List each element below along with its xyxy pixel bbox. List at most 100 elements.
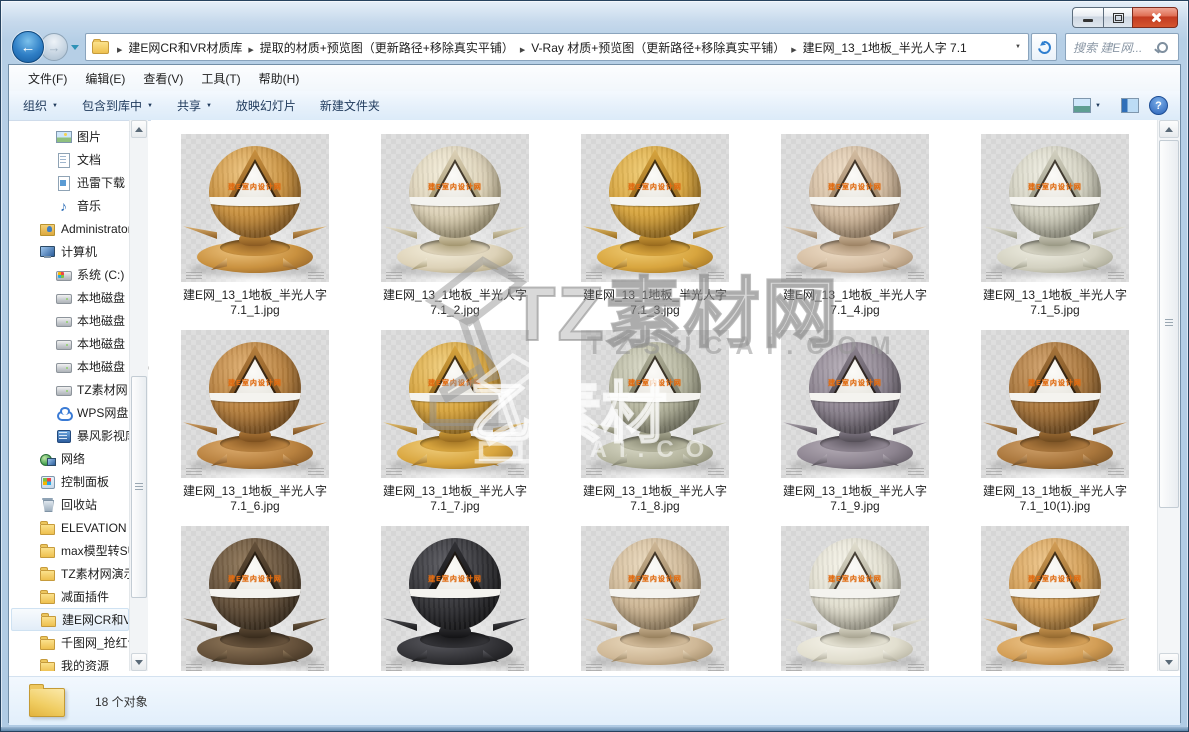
file-item[interactable]: 建E室内设计网建E网_13_1地板_半光人字7.1_2.jpg <box>355 120 555 316</box>
breadcrumb-segment[interactable]: 建E网CR和VR材质库 <box>128 41 242 55</box>
sphere-band <box>809 589 901 598</box>
material-preview-thumbnail[interactable]: 建E室内设计网 <box>581 526 729 671</box>
restore-button[interactable] <box>1103 7 1132 28</box>
file-item[interactable]: 建E室内设计网 <box>955 512 1155 671</box>
drive-icon <box>55 335 72 352</box>
menu-item[interactable]: 帮助(H) <box>250 66 309 91</box>
sphere-brand-watermark: 建E室内设计网 <box>609 574 701 584</box>
file-item[interactable]: 建E室内设计网 <box>155 512 355 671</box>
arrow-right-icon: → <box>48 40 61 55</box>
breadcrumb-segment[interactable]: 提取的材质+预览图（更新路径+移除真实平铺） <box>260 41 514 55</box>
toolbar-button-label: 组织 <box>23 97 47 114</box>
address-bar[interactable]: ▶建E网CR和VR材质库▶提取的材质+预览图（更新路径+移除真实平铺）▶V-Ra… <box>85 33 1029 61</box>
file-item[interactable]: 建E室内设计网建E网_13_1地板_半光人字7.1_6.jpg <box>155 316 355 512</box>
sidebar-item-label: 回收站 <box>61 496 97 513</box>
corner-mark <box>786 664 802 671</box>
material-preview-thumbnail[interactable]: 建E室内设计网 <box>381 134 529 282</box>
sidebar-scrollbar[interactable] <box>129 120 148 671</box>
help-icon[interactable]: ? <box>1149 96 1168 115</box>
material-preview-thumbnail[interactable]: 建E室内设计网 <box>781 134 929 282</box>
breadcrumb-segment[interactable]: V-Ray 材质+预览图（更新路径+移除真实平铺） <box>531 41 785 55</box>
material-sphere: 建E室内设计网 <box>809 342 901 434</box>
file-item[interactable]: 建E室内设计网建E网_13_1地板_半光人字7.1_9.jpg <box>755 316 955 512</box>
corner-mark <box>586 664 602 671</box>
file-item[interactable]: 建E室内设计网 <box>355 512 555 671</box>
menu-item[interactable]: 工具(T) <box>192 66 249 91</box>
file-name-line1: 建E网_13_1地板_半光人字 <box>383 288 527 303</box>
refresh-button[interactable] <box>1031 33 1057 61</box>
toolbar-button[interactable]: 包含到库中▼ <box>72 92 163 119</box>
sidebar-item-label: 系统 (C:) <box>77 266 124 283</box>
material-preview-thumbnail[interactable]: 建E室内设计网 <box>181 330 329 478</box>
file-list-scrollbar[interactable] <box>1157 120 1180 671</box>
material-preview-thumbnail[interactable]: 建E室内设计网 <box>981 134 1129 282</box>
close-button[interactable] <box>1132 7 1178 28</box>
scroll-up-button[interactable] <box>131 120 147 138</box>
material-preview-thumbnail[interactable]: 建E室内设计网 <box>781 526 929 671</box>
corner-mark <box>386 664 402 671</box>
views-button[interactable]: ▼ <box>1063 93 1111 118</box>
scrollbar-thumb[interactable] <box>131 376 147 598</box>
folder-icon <box>39 588 56 605</box>
material-preview-thumbnail[interactable]: 建E室内设计网 <box>581 134 729 282</box>
menu-item[interactable]: 文件(F) <box>19 66 76 91</box>
menu-item[interactable]: 编辑(E) <box>76 66 134 91</box>
material-preview-thumbnail[interactable]: 建E室内设计网 <box>381 330 529 478</box>
scrollbar-thumb[interactable] <box>1159 140 1179 508</box>
triangle-up-icon <box>1165 127 1173 132</box>
scroll-down-button[interactable] <box>1159 653 1179 671</box>
sphere-band <box>609 393 701 402</box>
toolbar-button[interactable]: 新建文件夹 <box>310 92 390 119</box>
toolbar-button[interactable]: 共享▼ <box>167 92 222 119</box>
file-item[interactable]: 建E室内设计网建E网_13_1地板_半光人字7.1_10(1).jpg <box>955 316 1155 512</box>
menu-item[interactable]: 查看(V) <box>134 66 192 91</box>
scroll-down-button[interactable] <box>131 653 147 671</box>
forward-button[interactable]: → <box>40 33 68 61</box>
file-name-label: 建E网_13_1地板_半光人字7.1_5.jpg <box>983 288 1127 318</box>
chevron-down-icon: ▼ <box>1095 103 1101 109</box>
file-item[interactable]: 建E室内设计网 <box>755 512 955 671</box>
file-item[interactable]: 建E室内设计网建E网_13_1地板_半光人字7.1_3.jpg <box>555 120 755 316</box>
file-item[interactable]: 建E室内设计网建E网_13_1地板_半光人字7.1_4.jpg <box>755 120 955 316</box>
toolbar-button[interactable]: 组织▼ <box>13 92 68 119</box>
material-preview-thumbnail[interactable]: 建E室内设计网 <box>181 526 329 671</box>
back-button[interactable]: ← <box>12 31 44 63</box>
folder-icon <box>39 542 56 559</box>
sidebar-item-label: ELEVATION <box>61 521 127 535</box>
preview-pane-icon[interactable] <box>1121 98 1139 113</box>
material-preview-thumbnail[interactable]: 建E室内设计网 <box>981 330 1129 478</box>
toolbar-button[interactable]: 放映幻灯片 <box>226 92 306 119</box>
sidebar-item[interactable]: 建E网CR和VR <box>11 608 129 631</box>
material-preview-thumbnail[interactable]: 建E室内设计网 <box>581 330 729 478</box>
scroll-up-button[interactable] <box>1159 120 1179 138</box>
file-item[interactable]: 建E室内设计网建E网_13_1地板_半光人字7.1_5.jpg <box>955 120 1155 316</box>
material-preview-thumbnail[interactable]: 建E室内设计网 <box>181 134 329 282</box>
sphere-band <box>409 197 501 206</box>
command-toolbar: 组织▼包含到库中▼共享▼放映幻灯片新建文件夹 ▼ ? <box>9 91 1180 121</box>
material-preview-thumbnail[interactable]: 建E室内设计网 <box>381 526 529 671</box>
triangle-up-icon <box>135 127 143 132</box>
file-item[interactable]: 建E室内设计网建E网_13_1地板_半光人字7.1_7.jpg <box>355 316 555 512</box>
material-preview-thumbnail[interactable]: 建E室内设计网 <box>781 330 929 478</box>
file-item[interactable]: 建E室内设计网 <box>555 512 755 671</box>
material-sphere: 建E室内设计网 <box>409 342 501 434</box>
search-input[interactable]: 搜索 建E网... <box>1065 33 1179 61</box>
minimize-button[interactable] <box>1072 7 1103 28</box>
corner-mark <box>1108 468 1124 475</box>
sidebar-item-label: 千图网_抢红包 <box>61 634 140 651</box>
material-sphere: 建E室内设计网 <box>609 146 701 238</box>
breadcrumb-segment[interactable]: 建E网_13_1地板_半光人字 7.1 <box>803 41 967 55</box>
material-preview-thumbnail[interactable]: 建E室内设计网 <box>981 526 1129 671</box>
file-item[interactable]: 建E室内设计网建E网_13_1地板_半光人字7.1_8.jpg <box>555 316 755 512</box>
sphere-brand-watermark: 建E室内设计网 <box>809 182 901 192</box>
corner-mark <box>308 272 324 279</box>
file-item[interactable]: 建E室内设计网建E网_13_1地板_半光人字7.1_1.jpg <box>155 120 355 316</box>
corner-mark <box>508 468 524 475</box>
status-bar: 18 个对象 <box>9 676 1180 725</box>
file-name-label: 建E网_13_1地板_半光人字7.1_6.jpg <box>183 484 327 514</box>
window-frame-bottom <box>1 727 1188 731</box>
sphere-brand-watermark: 建E室内设计网 <box>409 378 501 388</box>
chevron-down-icon[interactable]: ▼ <box>1015 44 1021 50</box>
folder-icon <box>39 634 56 651</box>
history-dropdown-icon[interactable] <box>71 45 79 50</box>
